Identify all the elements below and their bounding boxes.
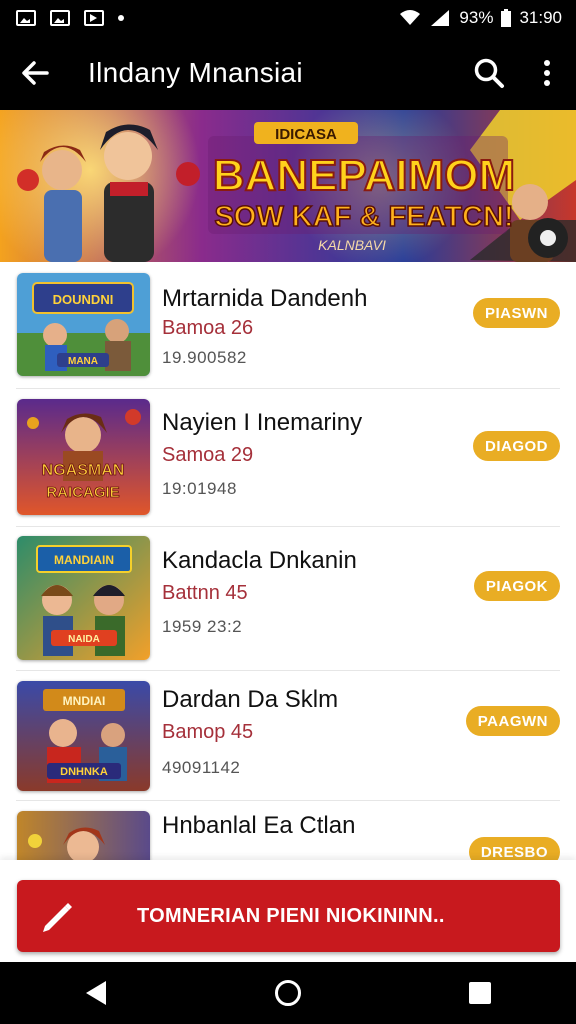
game-list: DOUNDNI MANA Mrtarnida Dandenh Bamoa 26 … (0, 262, 576, 860)
item-subtitle: Battnn 45 (162, 582, 248, 604)
app-bar: Ilndany Mnansiai (0, 36, 576, 110)
status-bar: 93% 31:90 (0, 0, 576, 36)
battery-percent: 93% (459, 8, 494, 27)
item-title: Hnbanlal Ea Ctlan (162, 812, 356, 839)
search-icon (474, 58, 504, 88)
primary-action-button[interactable]: TOMNERIAN PIENI NIOKININN.. (17, 880, 560, 952)
item-badge[interactable]: DRESBO (468, 837, 560, 860)
nav-recents-button[interactable] (440, 962, 520, 1024)
signal-icon (431, 10, 450, 26)
list-item[interactable]: DOUNDNI MANA Mrtarnida Dandenh Bamoa 26 … (0, 262, 576, 389)
bottom-action-area: TOMNERIAN PIENI NIOKININN.. (0, 860, 576, 962)
list-item[interactable]: Hnbanlal Ea Ctlan DRESBO (0, 801, 576, 860)
item-badge[interactable]: PIAGOK (473, 571, 560, 601)
banner-top-text: IDICASA (275, 126, 337, 143)
item-subtitle: Bamop 45 (162, 721, 254, 743)
banner-subheadline: SOW KAF & FEATCN! (214, 201, 513, 233)
page-title: Ilndany Mnansiai (88, 57, 303, 88)
thumbnail-subtitle: DNHNKA (60, 766, 108, 778)
item-title: Nayien I Inemariny (162, 409, 363, 436)
item-badge[interactable]: PIASWN (473, 298, 560, 328)
item-thumbnail: NGASMAN RAICAGIE (17, 399, 150, 515)
search-button[interactable] (460, 36, 518, 110)
thumbnail-title: MANDIAIN (54, 553, 114, 567)
nav-recents-icon (469, 982, 491, 1004)
pencil-icon (43, 903, 72, 932)
play-store-icon (84, 10, 104, 26)
item-title: Kandacla Dnkanin (162, 547, 357, 574)
item-title: Mrtarnida Dandenh (162, 285, 368, 312)
item-number: 1959 23:2 (162, 617, 243, 636)
banner-character-left (40, 145, 86, 262)
thumbnail-title: MNDIAI (63, 694, 106, 708)
notification-dot-icon (118, 15, 124, 21)
thumbnail-title: NGASMAN (42, 462, 125, 479)
system-nav-bar (0, 962, 576, 1024)
item-number: 19:01948 (162, 479, 237, 498)
gallery-icon (16, 10, 36, 26)
item-badge[interactable]: DIAGOD (473, 431, 560, 461)
promo-banner[interactable]: IDICASA BANEPAIMOM SOW KAF & FEATCN! KAL… (0, 110, 576, 262)
item-thumbnail: MNDIAI DNHNKA (17, 681, 150, 791)
item-thumbnail: MANDIAIN NAIDA (17, 536, 150, 660)
item-badge[interactable]: PAAGWN (465, 706, 560, 736)
thumbnail-subtitle: MANA (68, 356, 98, 367)
item-thumbnail: DOUNDNI MANA (17, 273, 150, 376)
item-number: 19.900582 (162, 348, 247, 367)
banner-artwork: IDICASA BANEPAIMOM SOW KAF & FEATCN! KAL… (0, 110, 576, 262)
thumbnail-subtitle: RAICAGIE (46, 484, 119, 501)
back-button[interactable] (0, 36, 70, 110)
list-item[interactable]: MNDIAI DNHNKA Dardan Da Sklm Bamop 45 49… (0, 671, 576, 801)
item-thumbnail (17, 811, 150, 860)
nav-home-button[interactable] (248, 962, 328, 1024)
banner-headline: BANEPAIMOM (213, 151, 515, 200)
thumbnail-subtitle: NAIDA (68, 634, 100, 645)
status-time: 31:90 (519, 8, 562, 27)
battery-icon (501, 9, 512, 27)
list-item[interactable]: NGASMAN RAICAGIE Nayien I Inemariny Samo… (0, 389, 576, 527)
image-icon (50, 10, 70, 26)
nav-home-icon (275, 980, 301, 1006)
primary-action-label: TOMNERIAN PIENI NIOKININN.. (137, 904, 445, 927)
nav-back-button[interactable] (56, 962, 136, 1024)
more-options-button[interactable] (518, 36, 576, 110)
list-item[interactable]: MANDIAIN NAIDA Kandacla Dnkanin Battnn 4… (0, 527, 576, 671)
item-subtitle: Samoa 29 (162, 444, 254, 466)
thumbnail-title: DOUNDNI (53, 292, 114, 307)
item-subtitle: Bamoa 26 (162, 317, 254, 339)
wifi-icon (400, 10, 421, 25)
nav-back-icon (86, 981, 106, 1005)
back-arrow-icon (22, 61, 49, 85)
item-number: 49091142 (162, 758, 241, 777)
more-vert-icon (544, 60, 550, 86)
item-title: Dardan Da Sklm (162, 686, 339, 713)
banner-caption: KALNBAVI (318, 237, 386, 253)
